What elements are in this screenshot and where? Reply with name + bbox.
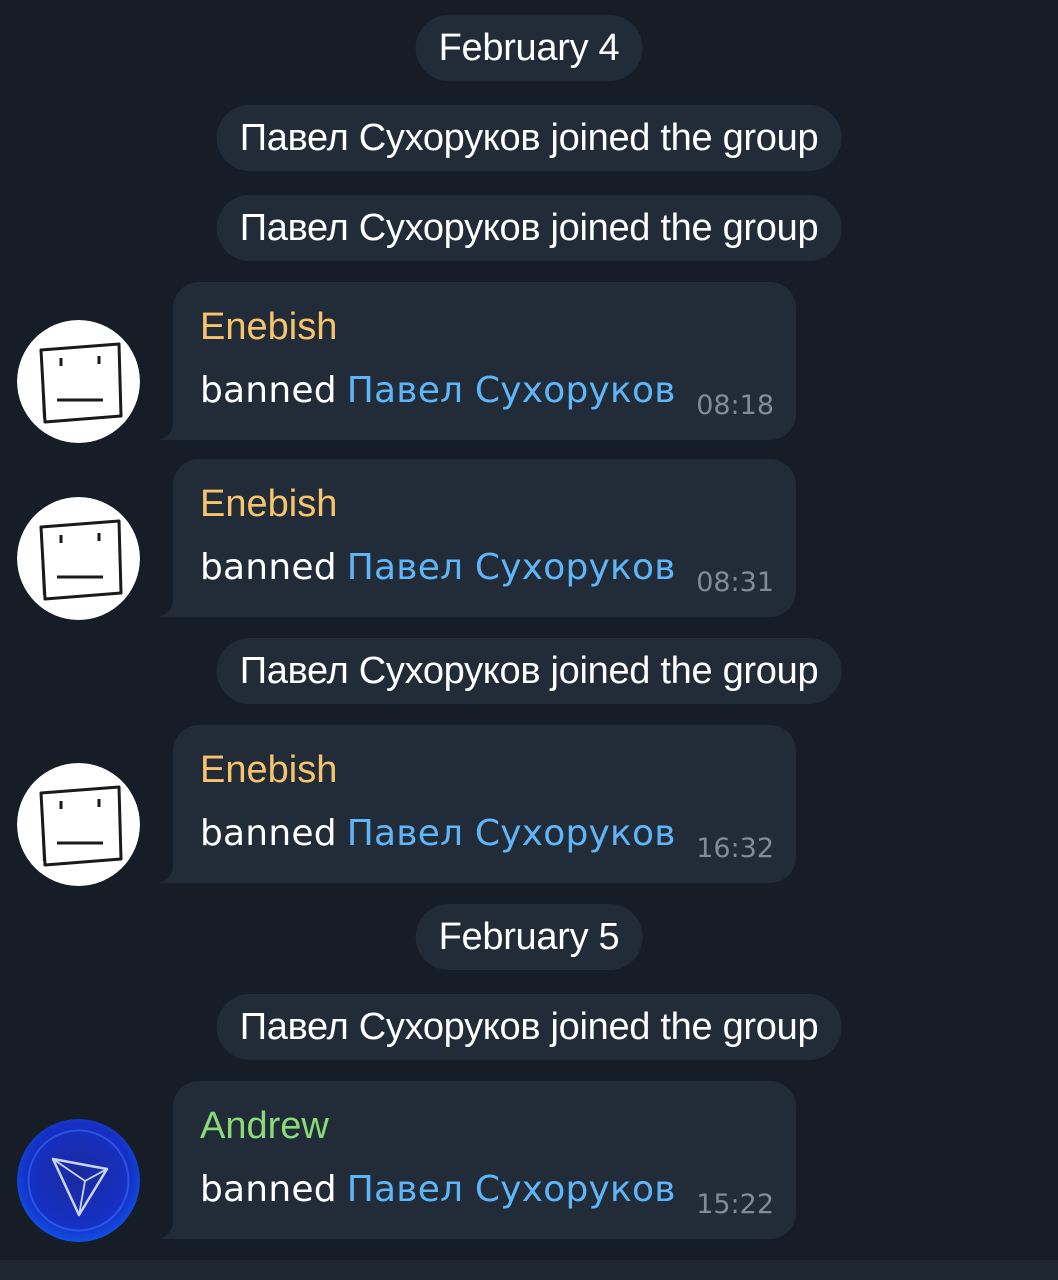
action-text: banned	[200, 1169, 337, 1210]
message-bubble[interactable]: Enebish banned Павел Сухоруков 08:18	[155, 282, 796, 440]
service-message: Павел Сухоруков joined the group	[216, 994, 842, 1060]
message-time: 08:18	[696, 390, 774, 421]
chat-history[interactable]: February 4 Павел Сухоруков joined the gr…	[0, 0, 1058, 1280]
message-bubble[interactable]: Enebish banned Павел Сухоруков 16:32	[155, 725, 796, 883]
message-text: banned Павел Сухоруков	[200, 370, 676, 411]
date-separator: February 4	[415, 15, 643, 81]
action-text: banned	[200, 813, 337, 854]
user-avatar[interactable]	[17, 320, 140, 443]
message-time: 15:22	[696, 1189, 774, 1220]
message-text: banned Павел Сухоруков	[200, 813, 676, 854]
user-mention-link[interactable]: Павел Сухоруков	[347, 370, 676, 411]
user-avatar[interactable]	[17, 1119, 140, 1242]
sender-name[interactable]: Enebish	[200, 483, 337, 526]
bottom-bar	[0, 1260, 1058, 1280]
sketch-face-icon	[17, 497, 140, 620]
action-text: banned	[200, 547, 337, 588]
sender-name[interactable]: Enebish	[200, 749, 337, 792]
service-message: Павел Сухоруков joined the group	[216, 195, 842, 261]
user-avatar[interactable]	[17, 497, 140, 620]
message-text: banned Павел Сухоруков	[200, 1169, 676, 1210]
sketch-face-icon	[17, 320, 140, 443]
sender-name[interactable]: Andrew	[200, 1105, 329, 1148]
service-message: Павел Сухоруков joined the group	[216, 105, 842, 171]
user-mention-link[interactable]: Павел Сухоруков	[347, 547, 676, 588]
service-message: Павел Сухоруков joined the group	[216, 638, 842, 704]
sender-name[interactable]: Enebish	[200, 306, 337, 349]
user-avatar[interactable]	[17, 763, 140, 886]
user-mention-link[interactable]: Павел Сухоруков	[347, 1169, 676, 1210]
message-time: 16:32	[696, 833, 774, 864]
date-separator: February 5	[415, 904, 643, 970]
message-time: 08:31	[696, 567, 774, 598]
action-text: banned	[200, 370, 337, 411]
message-text: banned Павел Сухоруков	[200, 547, 676, 588]
tron-logo-icon	[17, 1119, 140, 1242]
message-bubble[interactable]: Enebish banned Павел Сухоруков 08:31	[155, 459, 796, 617]
user-mention-link[interactable]: Павел Сухоруков	[347, 813, 676, 854]
message-bubble[interactable]: Andrew banned Павел Сухоруков 15:22	[155, 1081, 796, 1239]
sketch-face-icon	[17, 763, 140, 886]
